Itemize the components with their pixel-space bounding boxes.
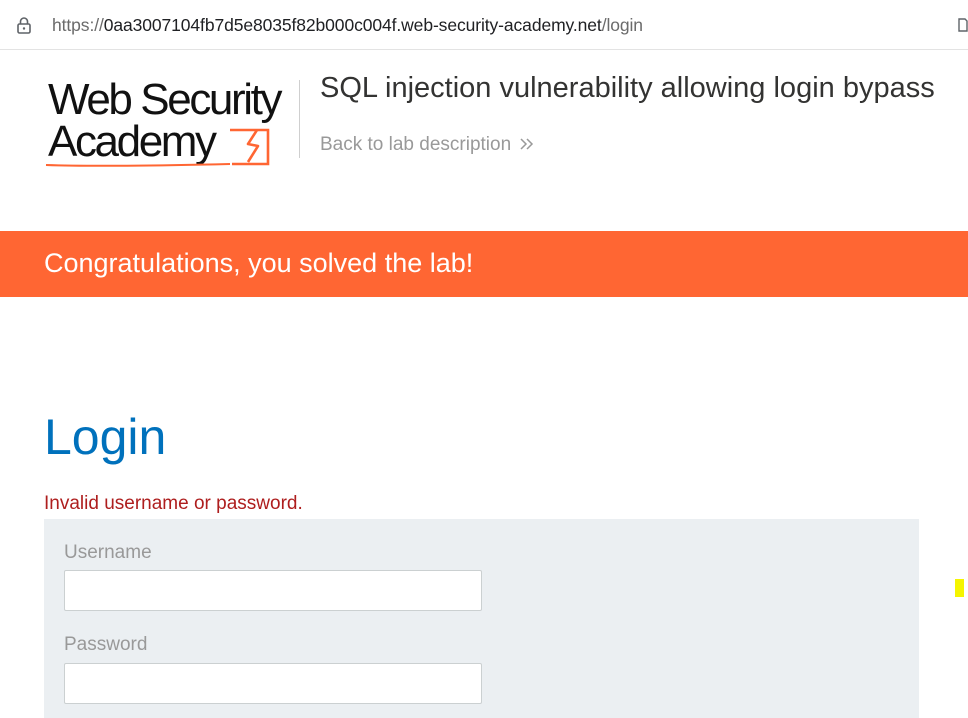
web-security-academy-logo[interactable]: Web Security Academy <box>44 76 296 172</box>
header-divider <box>299 80 300 158</box>
url-path: /login <box>601 15 643 35</box>
back-link-label: Back to lab description <box>320 134 512 155</box>
password-input[interactable] <box>64 663 482 704</box>
address-bar[interactable]: https://0aa3007104fb7d5e8035f82b000c004f… <box>0 0 968 50</box>
lab-solved-banner: Congratulations, you solved the lab! <box>0 231 968 297</box>
page-title: Login <box>44 409 167 465</box>
url-text[interactable]: https://0aa3007104fb7d5e8035f82b000c004f… <box>52 15 643 36</box>
logo-bolt-icon <box>45 128 270 167</box>
lab-title: SQL injection vulnerability allowing log… <box>320 72 935 104</box>
login-error-message: Invalid username or password. <box>44 493 303 514</box>
password-label: Password <box>64 634 148 655</box>
username-input[interactable] <box>64 570 482 611</box>
username-label: Username <box>64 542 152 563</box>
banner-message: Congratulations, you solved the lab! <box>44 248 474 278</box>
lock-icon[interactable] <box>15 16 33 34</box>
back-to-lab-description-link[interactable]: Back to lab description <box>320 134 535 156</box>
page-icon[interactable] <box>958 18 968 32</box>
url-scheme: https:// <box>52 15 104 35</box>
url-host: 0aa3007104fb7d5e8035f82b000c004f.web-sec… <box>103 15 602 35</box>
highlight-marker <box>955 579 964 597</box>
login-form: Username Password <box>44 519 919 718</box>
double-chevron-right-icon <box>520 138 534 150</box>
